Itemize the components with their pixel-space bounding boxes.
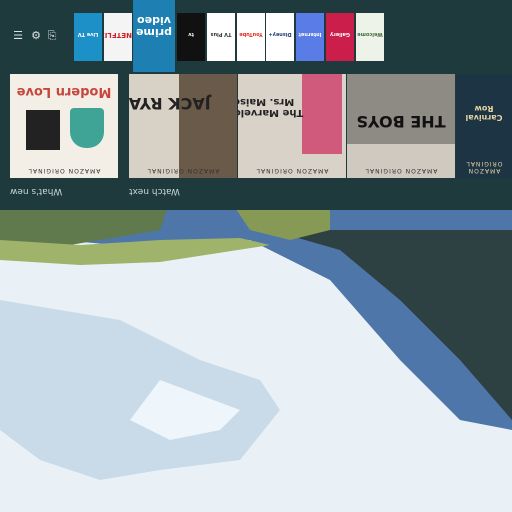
app-netflix[interactable]: NETFLIX [104,13,132,61]
app-welcome[interactable]: Welcome [356,13,384,61]
settings-icon[interactable]: ⚙ [28,28,44,44]
poster-modern-love[interactable]: Modern Love AMAZON ORIGINAL [10,74,118,178]
poster-mrs-maisel-title: The Marvelous Mrs. Maisel [238,96,304,118]
app-live-tv[interactable]: Live TV [74,13,102,61]
poster-jack-ryan-tag: AMAZON ORIGINAL [146,167,220,174]
poster-the-boys-title: THE BOYS [356,112,446,131]
app-prime-video[interactable]: prime video [133,0,175,72]
app-bar: ☰ ⚙ ⎘ Live TV NETFLIX prime video tv TV … [0,0,512,72]
tv-home-screen: ☰ ⚙ ⎘ Live TV NETFLIX prime video tv TV … [0,0,512,512]
poster-jack-ryan-art [179,74,237,178]
poster-modern-love-art-right [70,108,104,148]
app-youtube-label: YouTube [239,31,263,37]
app-welcome-label: Welcome [357,31,383,37]
app-gallery-label: Gallery [329,31,351,37]
app-tv-plus[interactable]: TV Plus [207,13,235,61]
poster-jack-ryan[interactable]: JACK RYAN AMAZON ORIGINAL [129,74,237,178]
app-disney[interactable]: Disney+ [266,13,294,61]
overlay-panel: ☰ ⚙ ⎘ Live TV NETFLIX prime video tv TV … [0,0,512,210]
app-disney-label: Disney+ [268,31,292,37]
poster-carnival-row-tag: AMAZON ORIGINAL [465,160,503,174]
poster-modern-love-title: Modern Love [16,84,112,99]
poster-the-boys[interactable]: THE BOYS AMAZON ORIGINAL [347,74,455,178]
poster-modern-love-art-left [26,110,60,150]
poster-mrs-maisel[interactable]: The Marvelous Mrs. Maisel AMAZON ORIGINA… [238,74,346,178]
poster-the-boys-tag: AMAZON ORIGINAL [364,167,438,174]
poster-modern-love-tag: AMAZON ORIGINAL [27,167,101,174]
poster-jack-ryan-title: JACK RYAN [129,94,211,113]
app-youtube[interactable]: YouTube [237,13,265,61]
row-label-watch-next: Watch next [129,186,180,196]
app-apple-tv[interactable]: tv [177,13,205,61]
app-prime-video-label: prime video [136,14,172,39]
app-apple-tv-label: tv [188,31,194,37]
poster-carnival-row-title: Carnival Row [465,104,503,122]
app-tv-plus-label: TV Plus [210,31,232,37]
poster-the-boys-art [347,74,455,144]
menu-icon[interactable]: ☰ [10,28,26,44]
app-internet-label: Internet [298,31,322,37]
app-internet[interactable]: Internet [296,13,324,61]
row-label-whats-new: What's new [10,186,63,196]
poster-mrs-maisel-tag: AMAZON ORIGINAL [255,167,329,174]
app-live-tv-label: Live TV [77,31,99,37]
app-gallery[interactable]: Gallery [326,13,354,61]
source-icon[interactable]: ⎘ [44,28,60,44]
poster-carnival-row[interactable]: Carnival Row AMAZON ORIGINAL [456,74,512,178]
app-netflix-label: NETFLIX [104,31,132,39]
